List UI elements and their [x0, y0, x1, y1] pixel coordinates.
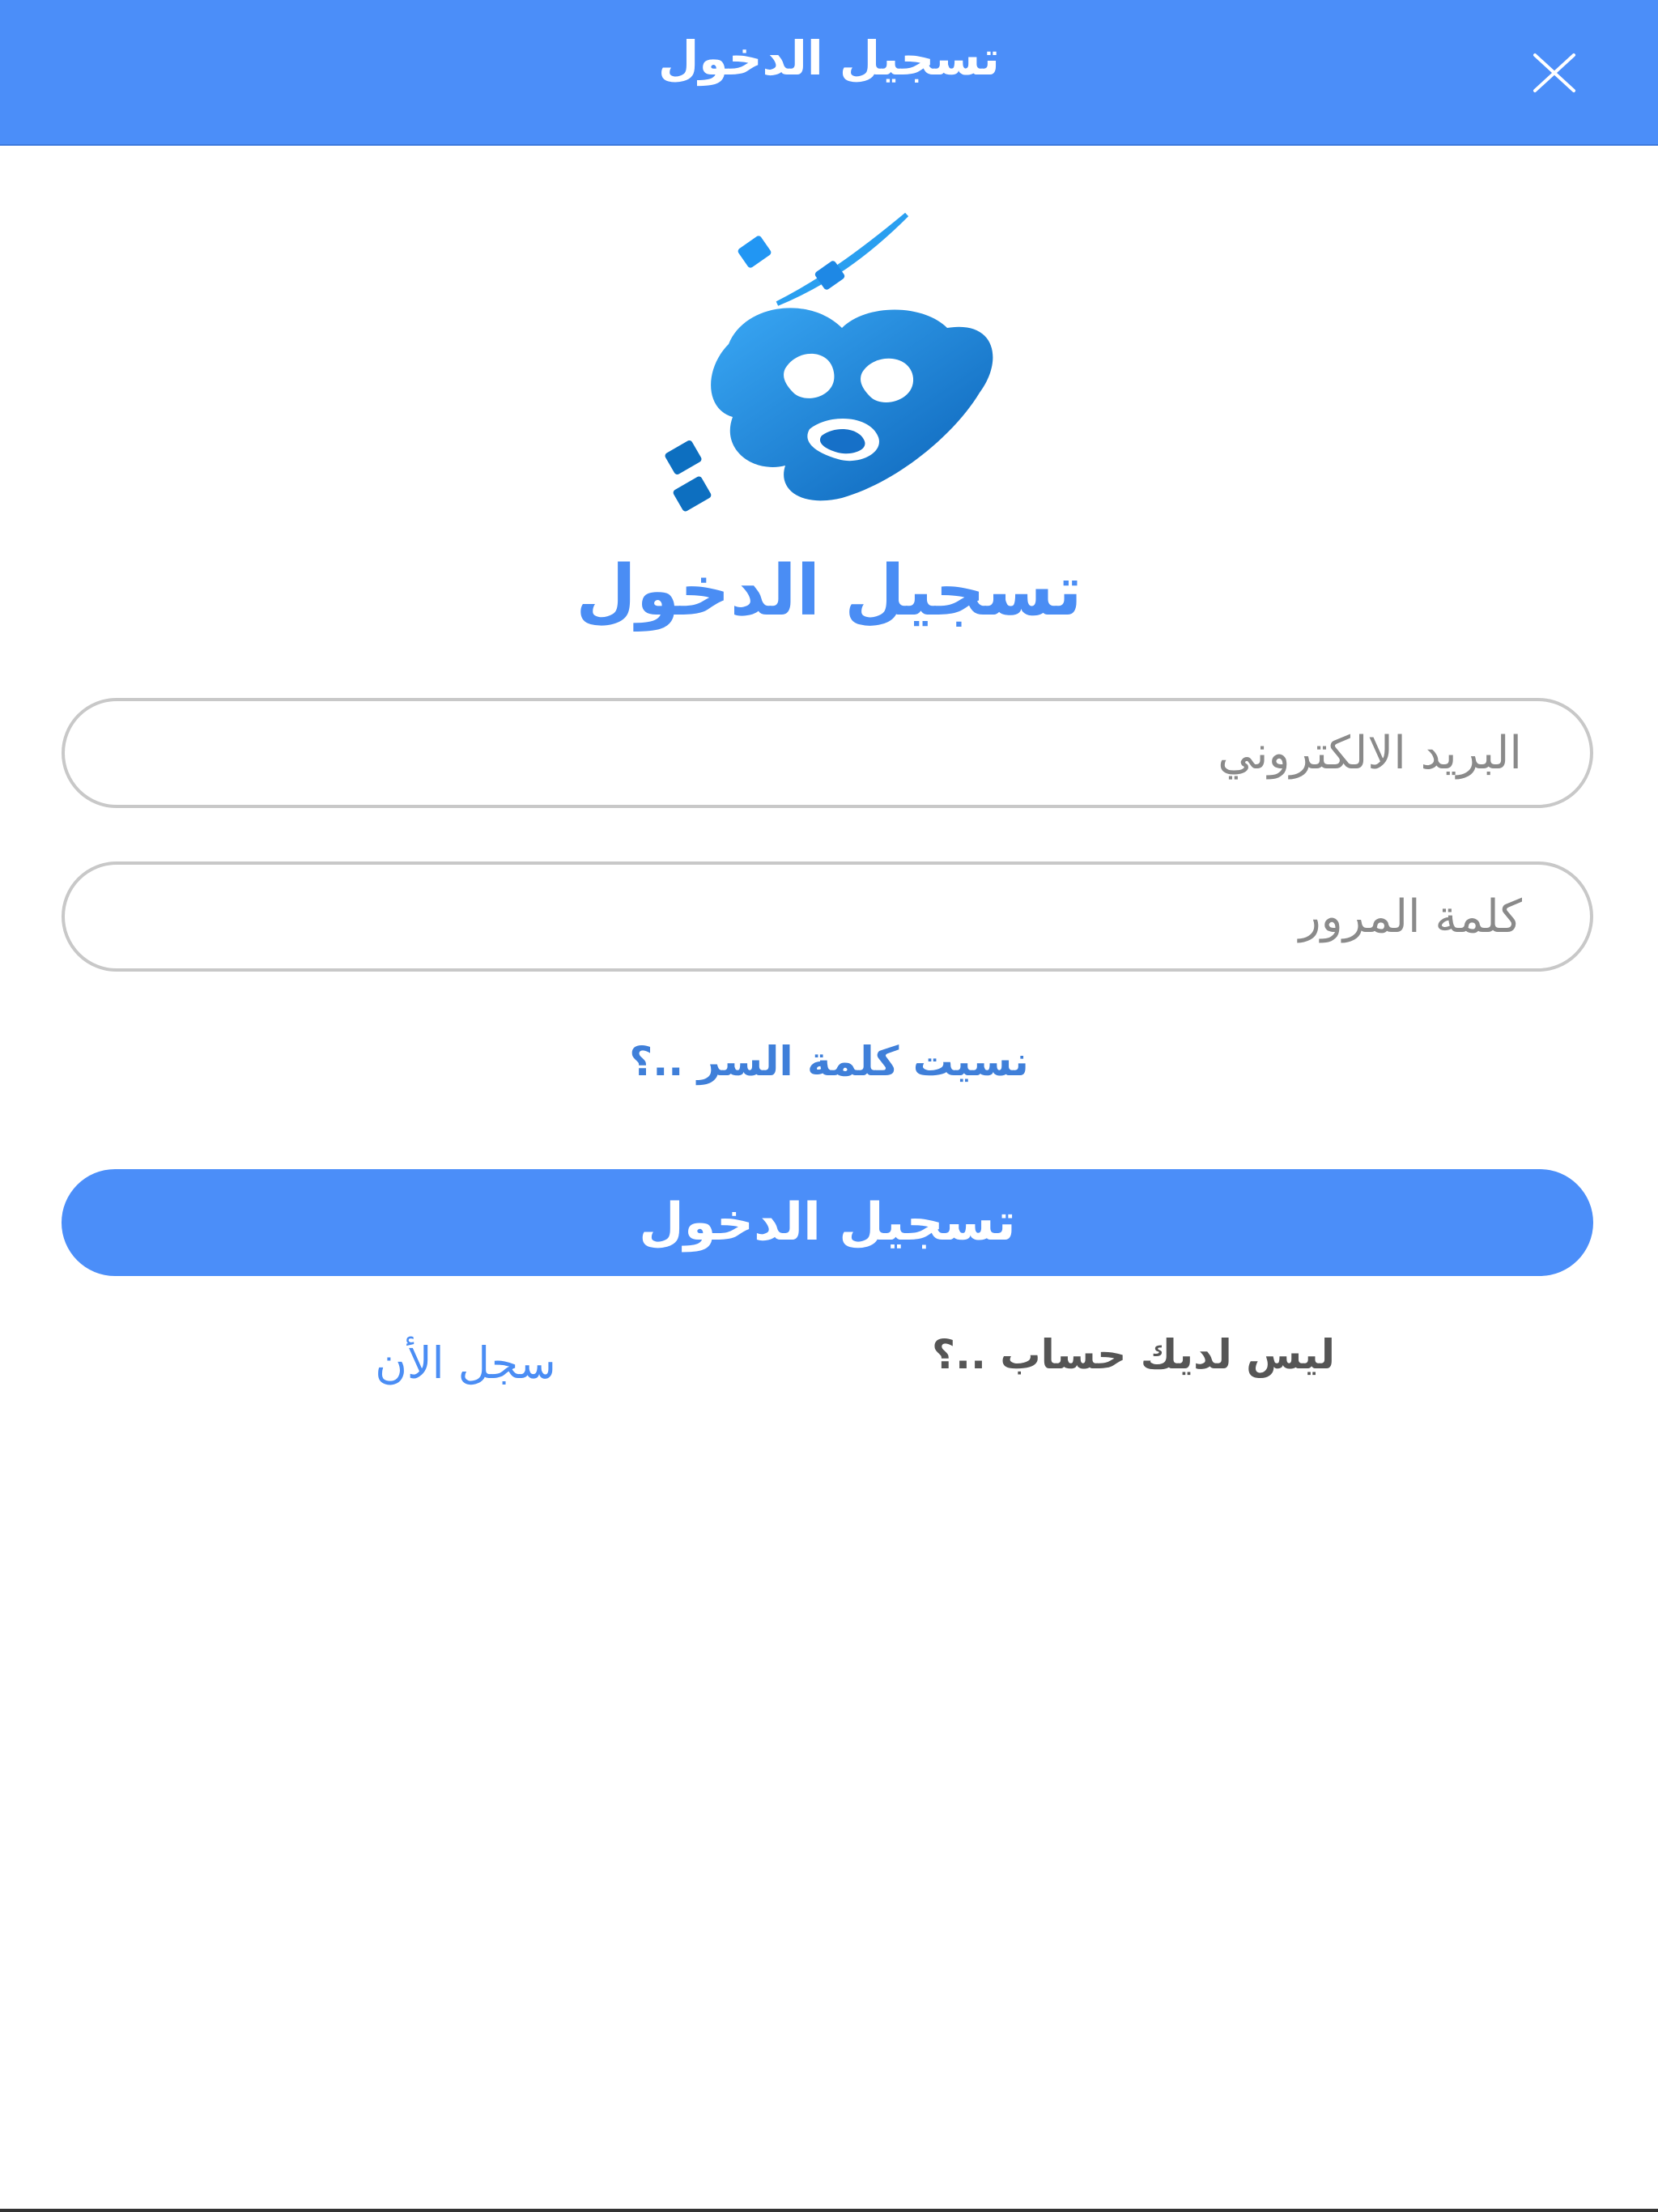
calligraphy-logo-icon: [665, 212, 993, 512]
bottom-divider: [0, 2209, 1658, 2212]
email-field[interactable]: [62, 698, 1593, 808]
email-input[interactable]: [65, 701, 1590, 805]
close-button[interactable]: [1520, 39, 1590, 108]
forgot-password-link[interactable]: نسيت كلمة السر ..؟: [0, 1038, 1658, 1085]
close-icon: [1533, 53, 1575, 92]
register-now-link[interactable]: سجل الأن: [324, 1338, 607, 1389]
no-account-text: ليس لديك حساب ..؟: [932, 1331, 1335, 1378]
login-button[interactable]: تسجيل الدخول: [62, 1169, 1593, 1276]
app-logo: [656, 206, 1028, 522]
login-screen: تسجيل الدخول تسجيل الدخول البريد الالكتر…: [0, 0, 1658, 2212]
password-input[interactable]: [65, 865, 1590, 968]
header-bar: تسجيل الدخول: [0, 0, 1658, 146]
password-field[interactable]: [62, 861, 1593, 972]
header-title: تسجيل الدخول: [658, 31, 1000, 86]
page-title: تسجيل الدخول: [576, 551, 1082, 632]
